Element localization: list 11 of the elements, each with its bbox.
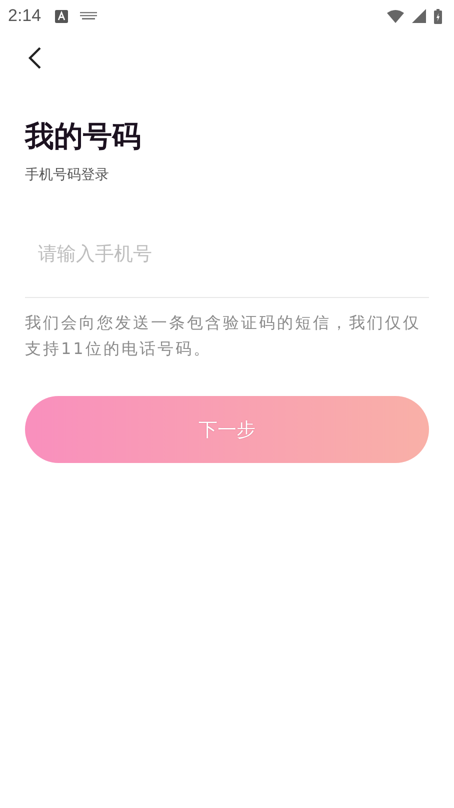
battery-icon: [434, 8, 442, 24]
hint-text: 我们会向您发送一条包含验证码的短信，我们仅仅支持11位的电话号码。: [25, 312, 422, 360]
wifi-icon: [387, 10, 404, 22]
status-time: 2:14: [8, 6, 42, 26]
keyboard-icon: [80, 11, 98, 21]
keyboard-indicator-icon: [55, 10, 68, 22]
page-subtitle: 手机号码登录: [25, 166, 110, 184]
signal-icon: [412, 9, 426, 23]
page-title: 我的号码: [25, 118, 142, 154]
phone-input-field[interactable]: 请输入手机号: [25, 222, 429, 298]
back-icon: [28, 46, 42, 70]
